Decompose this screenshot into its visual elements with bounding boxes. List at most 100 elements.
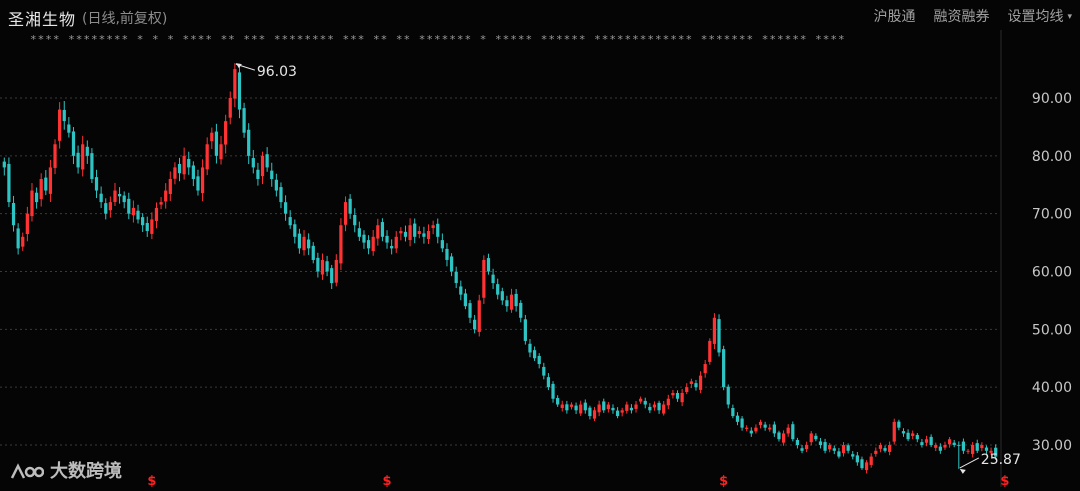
candle-body [685,387,689,393]
candle-body [528,343,532,353]
candle-body [938,446,942,451]
menu-margin-trading[interactable]: 融资融券 [933,6,989,26]
candle-body [814,435,818,440]
candle-body [224,121,228,145]
candle-body [689,381,693,384]
candle-body [76,152,80,168]
candle-body [846,445,850,451]
watermark: 大数跨境 [10,457,122,483]
candle-body [131,207,136,216]
candle-body [390,246,394,249]
candle-body [892,421,896,442]
candle-body [740,418,744,428]
candle-body [159,202,163,205]
candle-body [85,146,89,156]
candle-body [961,441,966,451]
candle-body [136,210,140,220]
candle-body [841,445,846,454]
watermark-text: 大数跨境 [50,461,122,482]
candle-body [920,442,924,445]
candle-body [980,445,984,449]
candle-body [758,421,763,426]
low-price-label: 25.87 [981,452,1021,468]
candle-body [772,424,776,434]
candle-body [864,462,869,471]
candle-body [952,442,956,445]
candle-body [648,406,652,411]
candle-body [592,410,597,419]
candle-body [2,161,6,168]
candle-body [210,132,214,142]
candle-body [791,424,795,440]
candle-body [657,402,661,411]
candle-body [371,236,375,252]
candlestick-chart: 90.00 80.00 70.00 60.00 50.00 40.00 30.00 96.03… [0,30,1072,489]
candle-body [334,259,338,283]
candle-body [348,198,352,214]
candle-body [957,444,961,446]
candle-body [316,257,320,272]
candle-body [21,236,25,247]
candle-body [754,427,758,432]
candle-body [915,434,919,440]
candle-body [417,231,421,235]
candle-body [745,427,749,429]
candle-body [150,219,154,234]
candle-body [44,177,48,191]
candle-body [615,410,620,417]
candle-body [726,386,730,405]
candle-body [523,319,527,341]
menu-ma-settings[interactable]: 设置均线 ▾ [1007,6,1072,26]
candle-body [768,427,772,430]
high-price-label: 96.03 [257,64,297,80]
candle-body [620,410,624,413]
candle-body [357,228,361,237]
candle-body [265,154,269,168]
candle-body [413,223,417,237]
chart-header: 圣湘生物 (日线,前复权) 沪股通 融资融券 设置均线 ▾ [0,0,1080,30]
y-tick-label: 80.00 [1032,149,1072,165]
candle-body [708,340,712,362]
candle-body [694,383,698,388]
candle-body [274,179,278,191]
candle-body [966,450,970,452]
candle-body [749,430,753,434]
candle-body [634,404,638,409]
event-marker: $ [383,474,392,489]
candle-body [233,69,237,99]
candle-body [113,190,117,202]
candle-body [671,392,675,396]
candle-body [34,192,39,203]
candle-body [94,177,99,191]
candle-body [16,228,20,249]
candle-body [394,236,398,249]
candle-body [597,404,601,413]
candle-body [874,450,878,454]
candle-body [666,398,670,406]
candle-body [569,404,574,407]
menu-shanghai-connect[interactable]: 沪股通 [873,6,915,26]
candle-body [145,222,149,232]
candle-body [53,144,57,168]
candle-body [731,407,735,417]
candle-body [90,153,94,179]
candle-body [408,225,412,241]
candle-body [509,294,514,310]
candle-body [399,231,403,234]
candle-body [532,350,537,359]
candle-body [574,405,578,411]
candle-body [735,415,740,422]
candle-body [196,176,200,191]
candle-body [468,303,472,318]
candle-body [832,448,836,451]
candle-body [680,392,684,403]
candle-body [560,404,564,408]
candle-body [445,248,449,260]
candle-body [482,259,486,298]
candle-body [546,377,551,388]
candle-body [191,165,195,179]
candle-body [339,225,343,264]
candle-body [362,234,366,243]
candle-body [283,202,288,214]
candle-body [39,178,43,200]
